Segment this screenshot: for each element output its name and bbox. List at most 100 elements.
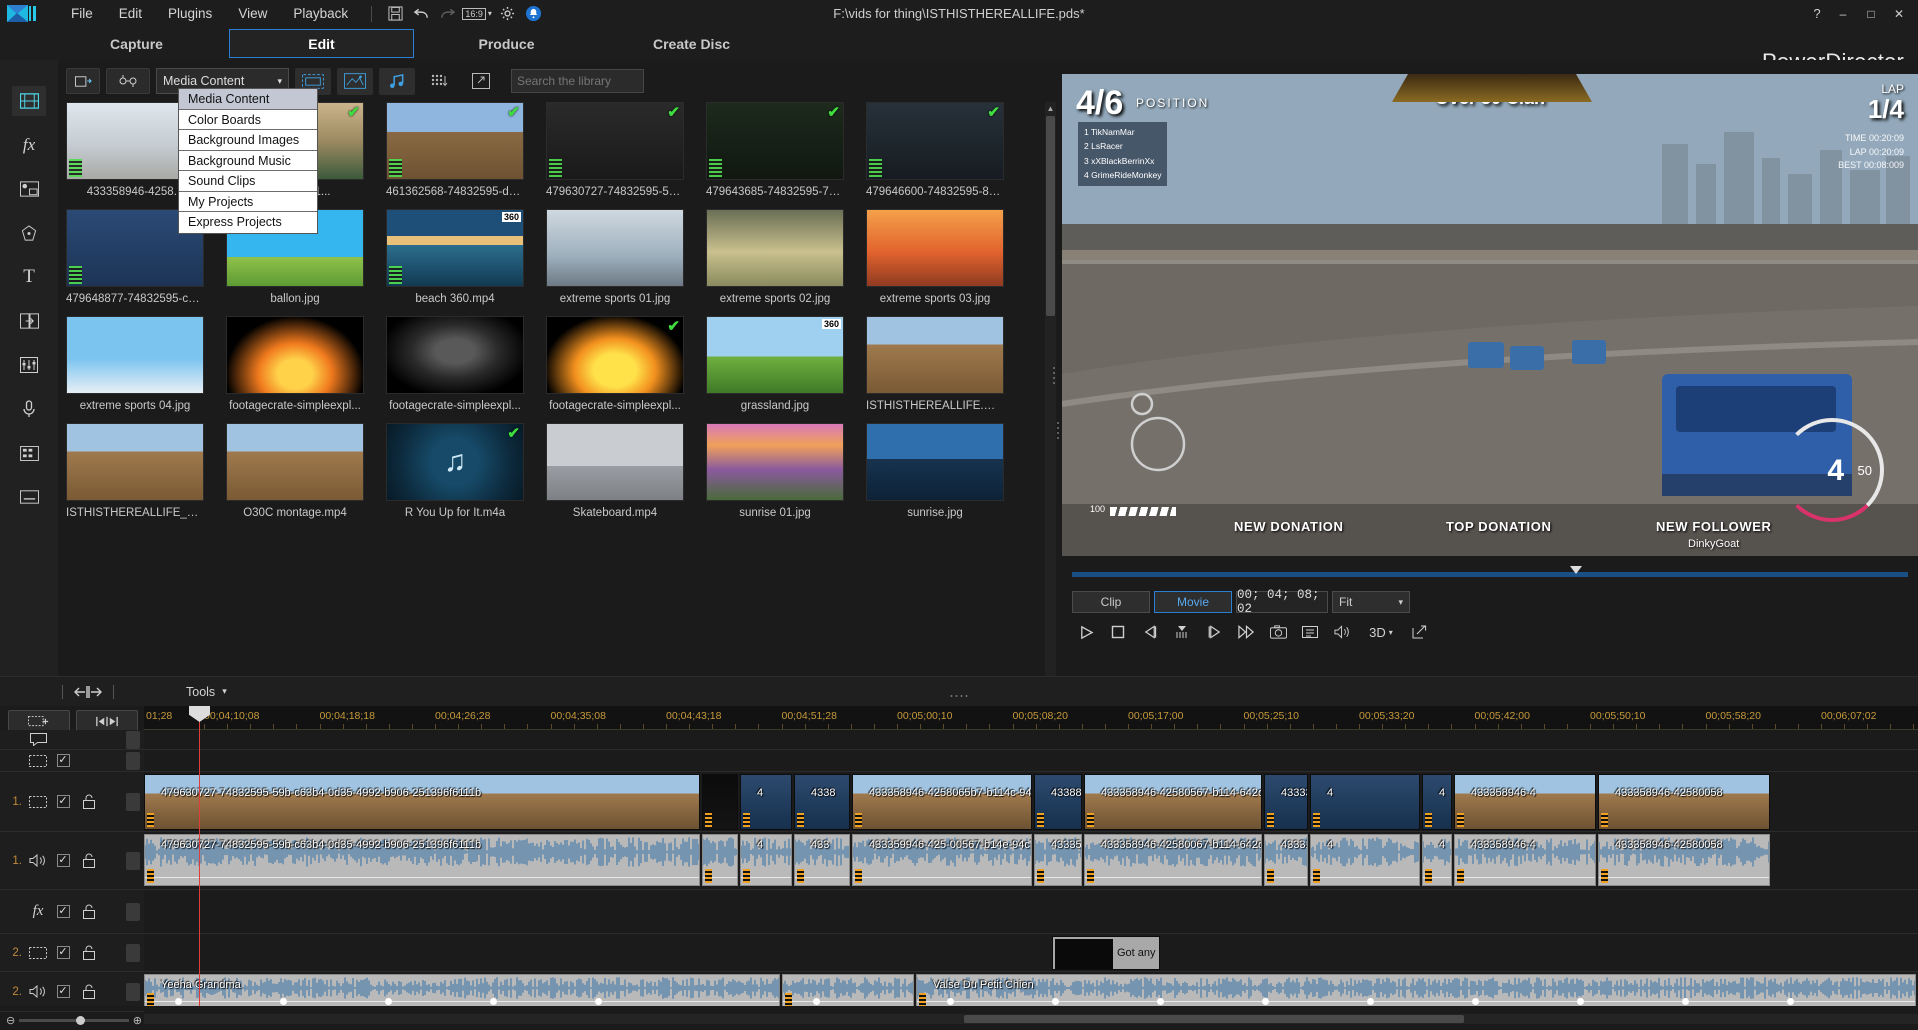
video-clip[interactable]: 433358946-4258065b7-b114c-94c7-e502-4b9c	[852, 774, 1032, 830]
volume-keyframe-point[interactable]	[1157, 998, 1164, 1005]
track-height-handle[interactable]	[126, 852, 140, 870]
subtitle-room-icon[interactable]	[12, 482, 46, 512]
track-lock-icon[interactable]	[76, 904, 102, 919]
volume-keyframe-point[interactable]	[1472, 998, 1479, 1005]
track-header-fx[interactable]: fx✓	[0, 890, 144, 934]
preview-timecode[interactable]: 00; 04; 08; 02	[1236, 591, 1328, 613]
video-clip[interactable]	[702, 774, 738, 830]
media-item[interactable]: O30C montage.mp4	[226, 423, 364, 519]
save-icon[interactable]	[382, 3, 408, 25]
video-clip[interactable]: 43333	[1264, 774, 1308, 830]
video-clip[interactable]: 433358946-42580567-b114-642c	[1084, 774, 1262, 830]
track-height-handle[interactable]	[126, 903, 140, 921]
volume-keyframe-point[interactable]	[1682, 998, 1689, 1005]
track-height-handle[interactable]	[126, 752, 140, 770]
video-clip[interactable]: 433358946-42580058	[1598, 774, 1770, 830]
library-preview-splitter[interactable]	[1050, 355, 1058, 395]
volume-keyframe-point[interactable]	[280, 998, 287, 1005]
media-item[interactable]: 360beach 360.mp4	[386, 209, 524, 305]
tools-menu-button[interactable]: Tools ▾	[186, 685, 227, 699]
video-clip[interactable]: 433358946-4	[1454, 774, 1596, 830]
hscrollbar-thumb[interactable]	[964, 1015, 1464, 1023]
zoom-slider-knob[interactable]	[76, 1016, 85, 1025]
effect-room-icon[interactable]: fx	[12, 130, 46, 160]
track-header-video[interactable]: 1.✓	[0, 772, 144, 832]
clip-mode-button[interactable]: Clip	[1072, 591, 1150, 613]
snapshot-button[interactable]	[1264, 620, 1292, 644]
filter-image-icon[interactable]	[337, 68, 373, 95]
volume-keyframe-point[interactable]	[1577, 998, 1584, 1005]
timeline-hscrollbar[interactable]	[144, 1014, 1918, 1024]
zoom-fit-select[interactable]: Fit ▾	[1332, 591, 1410, 613]
volume-button[interactable]	[1328, 620, 1356, 644]
media-item[interactable]: ✔479646600-74832595-88...	[866, 102, 1004, 198]
media-item[interactable]: ✔479643685-74832595-7d...	[706, 102, 844, 198]
media-thumbnail[interactable]	[706, 209, 844, 287]
media-thumbnail[interactable]	[866, 209, 1004, 287]
track-lock-icon[interactable]	[76, 984, 102, 999]
media-thumbnail[interactable]	[546, 423, 684, 501]
search-box[interactable]	[511, 69, 644, 93]
media-thumbnail[interactable]: ✔	[546, 316, 684, 394]
menu-plugins[interactable]: Plugins	[155, 2, 225, 25]
media-thumbnail[interactable]: ✔	[706, 102, 844, 180]
category-option-background-music[interactable]: Background Music	[179, 151, 317, 172]
track-lock-icon[interactable]	[76, 794, 102, 809]
media-item[interactable]: ✔461362568-74832595-d9...	[386, 102, 524, 198]
media-item[interactable]: ✔footagecrate-simpleexpl...	[546, 316, 684, 412]
track-header-master[interactable]: ✓	[0, 750, 144, 772]
help-icon[interactable]: ?	[1806, 6, 1828, 21]
video-track-1[interactable]: 479630727-74832595-59b-c63b4-0d35-4992-b…	[144, 772, 1918, 832]
track-height-handle[interactable]	[126, 731, 140, 749]
category-option-media-content[interactable]: Media Content	[179, 89, 317, 110]
preview-scrubber[interactable]	[1072, 572, 1908, 577]
video-clip[interactable]: 433888	[1034, 774, 1082, 830]
audio-clip[interactable]: 43331	[1264, 834, 1308, 886]
video-track-icon[interactable]	[26, 796, 50, 808]
close-button[interactable]: ✕	[1886, 3, 1912, 25]
scroll-up-icon[interactable]: ▲	[1045, 102, 1056, 114]
media-item[interactable]: 360grassland.jpg	[706, 316, 844, 412]
media-item[interactable]: ISTHISTHEREALLIFE.mp4	[866, 316, 1004, 412]
transition-room-icon[interactable]	[12, 306, 46, 336]
track-enable-checkbox[interactable]: ✓	[50, 795, 76, 808]
notification-bell-icon[interactable]	[520, 3, 546, 25]
media-thumbnail[interactable]	[706, 423, 844, 501]
playback-list-button[interactable]	[1296, 620, 1324, 644]
filter-audio-icon[interactable]	[379, 68, 415, 95]
marker-icon[interactable]	[26, 733, 50, 746]
category-option-sound-clips[interactable]: Sound Clips	[179, 171, 317, 192]
next-frame-button[interactable]	[1200, 620, 1228, 644]
track-enable-checkbox[interactable]: ✓	[50, 946, 76, 959]
audio-track-icon[interactable]	[26, 985, 50, 998]
media-thumbnail[interactable]: 360	[706, 316, 844, 394]
marker-track[interactable]	[144, 730, 1918, 750]
menu-playback[interactable]: Playback	[280, 2, 361, 25]
volume-keyframe-point[interactable]	[1787, 998, 1794, 1005]
volume-keyframe-point[interactable]	[947, 998, 954, 1005]
media-item[interactable]: extreme sports 04.jpg	[66, 316, 204, 412]
track-enable-checkbox[interactable]: ✓	[50, 854, 76, 867]
media-room-icon[interactable]	[12, 86, 46, 116]
media-item[interactable]: extreme sports 02.jpg	[706, 209, 844, 305]
menu-bar[interactable]: File Edit Plugins View Playback 16:9 ▾	[58, 2, 546, 25]
audio-clip[interactable]	[782, 974, 914, 1006]
audio-clip[interactable]: 433	[794, 834, 850, 886]
preview-video[interactable]: 4/6 POSITION Over 30 Clan LAP 1/4 TIME 0…	[1062, 74, 1918, 556]
audio-clip[interactable]: 433358945	[1034, 834, 1082, 886]
media-thumbnail[interactable]	[226, 316, 364, 394]
track-header-audio[interactable]: 1.✓	[0, 832, 144, 890]
media-thumbnail[interactable]: ✔	[546, 102, 684, 180]
media-thumbnail[interactable]	[866, 316, 1004, 394]
media-item[interactable]: extreme sports 01.jpg	[546, 209, 684, 305]
volume-keyframe-point[interactable]	[385, 998, 392, 1005]
track-lock-icon[interactable]	[76, 853, 102, 868]
previous-frame-button[interactable]	[1136, 620, 1164, 644]
media-thumbnail[interactable]	[66, 423, 204, 501]
media-thumbnail[interactable]	[226, 423, 364, 501]
track-enable-checkbox[interactable]: ✓	[50, 985, 76, 998]
title-room-icon[interactable]: T	[12, 262, 46, 292]
volume-keyframe-point[interactable]	[813, 998, 820, 1005]
audio-clip[interactable]: 4	[1422, 834, 1452, 886]
fx-track-icon[interactable]: fx	[26, 903, 50, 920]
